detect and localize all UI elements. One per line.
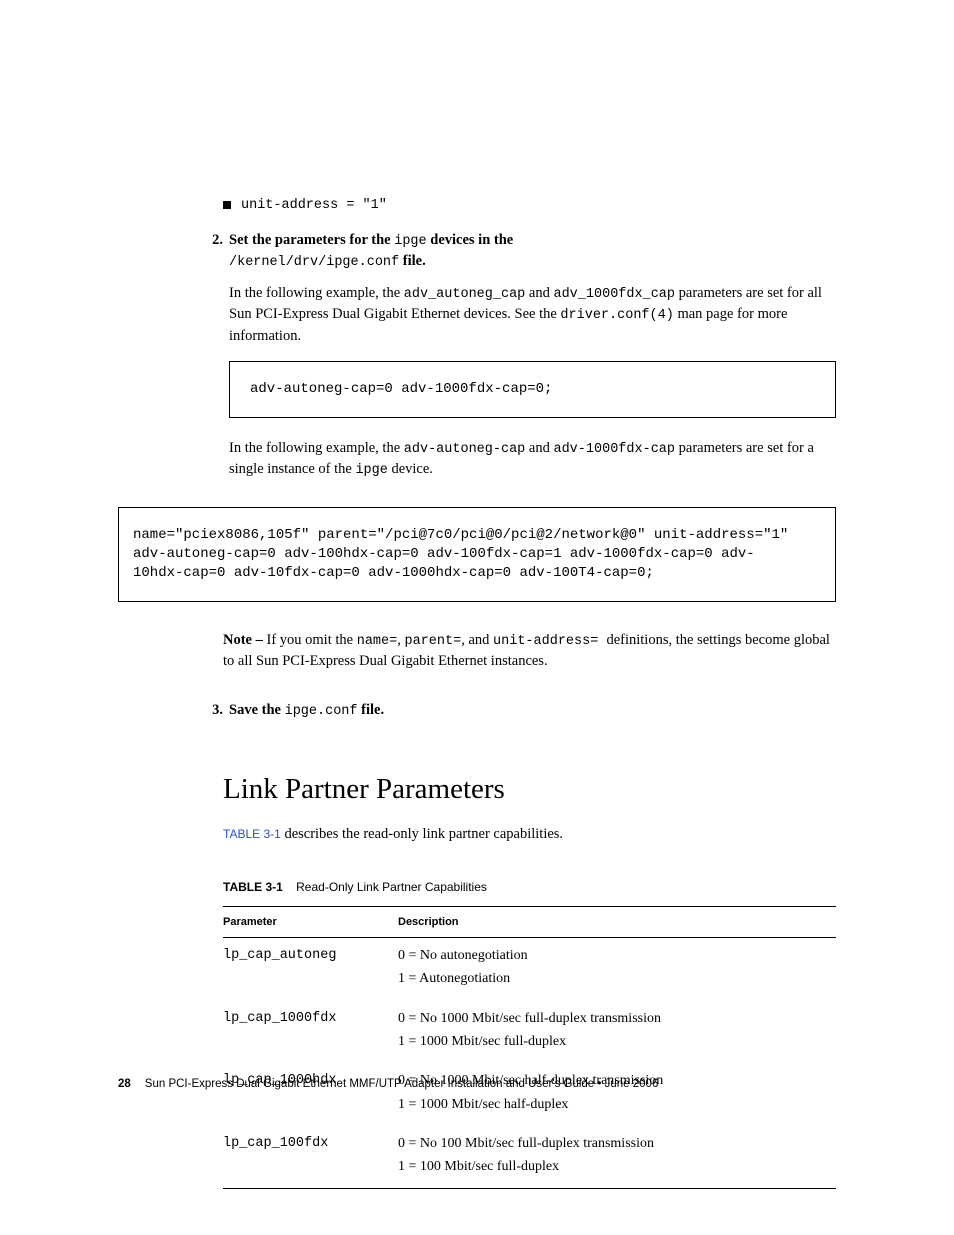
table-row: lp_cap_1000hdx 0 = No 1000 Mbit/sec half… [223,1063,836,1126]
code-block-full: name="pciex8086,105f" parent="/pci@7c0/p… [118,507,836,602]
th-parameter: Parameter [223,907,398,938]
table-row: lp_cap_100fdx 0 = No 100 Mbit/sec full-d… [223,1126,836,1189]
step-text: file. [358,702,385,718]
caption-label: TABLE 3-1 [223,880,283,894]
th-description: Description [398,907,836,938]
paragraph: In the following example, the adv-autone… [229,438,836,481]
page-footer: 28 Sun PCI-Express Dual Gigabit Ethernet … [118,1076,658,1093]
caption-title: Read-Only Link Partner Capabilities [296,880,487,894]
lp-table: Parameter Description lp_cap_autoneg 0 =… [223,906,836,1189]
text: and [525,440,553,456]
square-bullet-icon [223,201,231,209]
note: Note – If you omit the name=, parent=, a… [223,630,836,673]
desc-line: 0 = No 100 Mbit/sec full-duplex transmis… [398,1134,836,1154]
desc-cell: 0 = No autonegotiation 1 = Autonegotiati… [398,938,836,1001]
code-inline: unit-address= [493,634,606,649]
paragraph: TABLE 3-1 describes the read-only link p… [223,824,836,845]
code-inline: ipge.conf [285,704,358,719]
code-inline: adv_1000fdx_cap [553,287,675,302]
desc-line: 0 = No 1000 Mbit/sec full-duplex transmi… [398,1009,836,1029]
code-inline: adv-1000fdx-cap [553,442,675,457]
code-inline: parent= [404,634,461,649]
section-heading: Link Partner Parameters [223,768,836,810]
page-number: 28 [118,1078,131,1090]
table-caption: TABLE 3-1 Read-Only Link Partner Capabil… [223,879,836,896]
param-cell: lp_cap_1000fdx [223,1001,398,1064]
step-body: Set the parameters for the ipge devices … [229,230,836,495]
table-header-row: Parameter Description [223,907,836,938]
desc-line: 0 = No autonegotiation [398,946,836,966]
step-text: Save the [229,702,285,718]
cross-ref-link[interactable]: TABLE 3-1 [223,827,281,841]
text: describes the read-only link partner cap… [281,826,563,842]
footer-text: Sun PCI-Express Dual Gigabit Ethernet MM… [145,1078,659,1090]
param-cell: lp_cap_100fdx [223,1126,398,1189]
code-inline: adv_autoneg_cap [404,287,526,302]
step-body: Save the ipge.conf file. [229,700,836,722]
desc-line: 1 = Autonegotiation [398,969,836,989]
text: If you omit the [267,632,357,648]
desc-line: 1 = 1000 Mbit/sec full-duplex [398,1032,836,1052]
code-inline: name= [357,634,398,649]
step-text: file. [399,253,426,269]
text: In the following example, the [229,440,404,456]
table-row: lp_cap_1000fdx 0 = No 1000 Mbit/sec full… [223,1001,836,1064]
code-block: adv-autoneg-cap=0 adv-1000fdx-cap=0; [229,361,836,418]
code-inline: adv-autoneg-cap [404,442,526,457]
step-text: Set the parameters for the [229,232,394,248]
step-3: 3. Save the ipge.conf file. [223,700,836,722]
text: device. [388,461,433,477]
text: and [525,285,553,301]
bullet-item: unit-address = "1" [223,196,836,216]
paragraph: In the following example, the adv_autone… [229,283,836,347]
param-cell: lp_cap_1000hdx [223,1063,398,1126]
text: In the following example, the [229,285,404,301]
code-inline: ipge [394,234,426,249]
note-lead: Note – [223,632,267,648]
step-number: 2. [205,230,223,495]
desc-cell: 0 = No 1000 Mbit/sec full-duplex transmi… [398,1001,836,1064]
step-text: devices in the [427,232,514,248]
bullet-text: unit-address = "1" [241,196,387,216]
code-inline: driver.conf(4) [560,308,673,323]
code-inline: /kernel/drv/ipge.conf [229,255,399,270]
desc-line: 1 = 100 Mbit/sec full-duplex [398,1157,836,1177]
table-row: lp_cap_autoneg 0 = No autonegotiation 1 … [223,938,836,1001]
desc-cell: 0 = No 1000 Mbit/sec half-duplex transmi… [398,1063,836,1126]
page: unit-address = "1" 2. Set the parameters… [0,0,954,1235]
step-number: 3. [205,700,223,722]
text: , and [461,632,493,648]
step-2: 2. Set the parameters for the ipge devic… [223,230,836,495]
code-inline: ipge [355,463,387,478]
content-column: unit-address = "1" 2. Set the parameters… [223,196,836,1189]
param-cell: lp_cap_autoneg [223,938,398,1001]
desc-cell: 0 = No 100 Mbit/sec full-duplex transmis… [398,1126,836,1189]
desc-line: 1 = 1000 Mbit/sec half-duplex [398,1095,836,1115]
